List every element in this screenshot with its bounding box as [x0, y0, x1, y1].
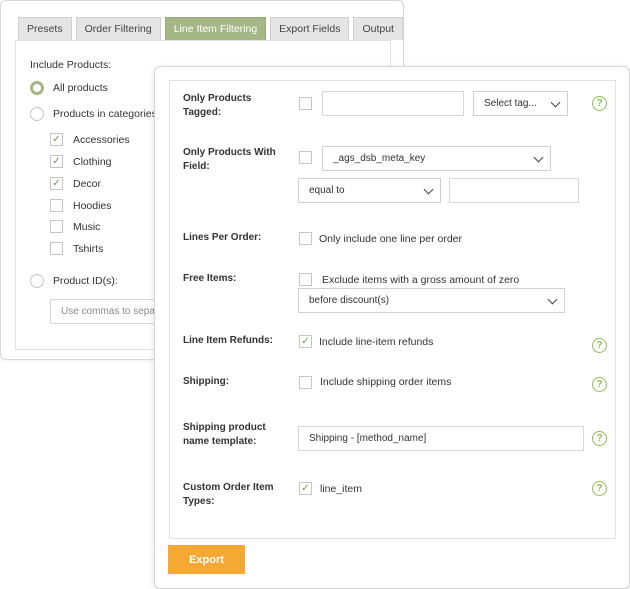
category-decor[interactable]: ✓ Decor [50, 177, 101, 190]
tags-input[interactable] [322, 91, 464, 116]
exclude-zero-text: Exclude items with a gross amount of zer… [322, 274, 520, 286]
discount-value: before discount(s) [309, 295, 390, 306]
tab-order-filtering[interactable]: Order Filtering [75, 17, 161, 40]
category-label: Clothing [73, 155, 112, 168]
with-field-label: Only Products With Field: [183, 147, 276, 172]
only-tagged-checkbox[interactable] [299, 97, 312, 110]
checkbox[interactable]: ✓ [50, 177, 63, 190]
help-icon[interactable]: ? [592, 338, 607, 353]
check-icon: ✓ [52, 133, 61, 145]
category-label: Accessories [73, 133, 130, 146]
category-tshirts[interactable]: Tshirts [50, 242, 103, 255]
category-music[interactable]: Music [50, 220, 100, 233]
tag-select-value: Select tag... [484, 98, 537, 109]
settings-tabs: Presets Order Filtering Line Item Filter… [18, 17, 403, 40]
help-icon[interactable]: ? [592, 481, 607, 496]
refunds-checkbox[interactable]: ✓ [299, 335, 312, 348]
checkbox[interactable] [50, 199, 63, 212]
operator-select[interactable]: equal to [298, 178, 441, 203]
include-products-title: Include Products: [30, 59, 112, 71]
meta-key-select[interactable]: _ags_dsb_meta_key [322, 146, 551, 171]
category-label: Decor [73, 177, 102, 190]
checkbox[interactable] [50, 220, 63, 233]
only-tagged-label: Only Products Tagged: [183, 93, 252, 118]
line-item-filtering-panel: Only Products Tagged: Select tag... ? On… [154, 66, 630, 589]
radio-products-in-categories[interactable]: Products in categories [30, 107, 157, 121]
check-icon: ✓ [52, 155, 61, 167]
radio-label: All products [53, 82, 108, 94]
radio-button[interactable] [30, 107, 44, 121]
checkbox[interactable] [50, 242, 63, 255]
tag-select[interactable]: Select tag... [473, 91, 568, 116]
line-item-type-checkbox[interactable]: ✓ [299, 482, 312, 495]
tab-line-item-filtering[interactable]: Line Item Filtering [164, 17, 267, 40]
discount-select[interactable]: before discount(s) [298, 288, 565, 313]
custom-types-label: Custom Order Item Types: [183, 482, 274, 507]
tab-export-fields[interactable]: Export Fields [270, 17, 350, 40]
refunds-text: Include line-item refunds [319, 336, 434, 348]
field-value-input[interactable] [449, 178, 579, 203]
one-line-per-order-text: Only include one line per order [319, 233, 463, 245]
category-label: Music [73, 220, 101, 233]
shipping-text: Include shipping order items [320, 376, 452, 388]
one-line-per-order-checkbox[interactable] [299, 232, 312, 245]
shipping-label: Shipping: [183, 376, 230, 387]
exclude-zero-checkbox[interactable] [299, 273, 312, 286]
shipping-checkbox[interactable] [299, 376, 312, 389]
line-item-filter-fields: Only Products Tagged: Select tag... ? On… [169, 80, 616, 539]
category-accessories[interactable]: ✓ Accessories [50, 133, 130, 146]
radio-label: Products in categories [53, 108, 157, 120]
operator-value: equal to [309, 185, 345, 196]
chevron-down-icon [547, 294, 558, 305]
free-items-label: Free Items: [183, 273, 237, 284]
help-icon[interactable]: ? [592, 431, 607, 446]
category-hoodies[interactable]: Hoodies [50, 199, 112, 212]
checkbox[interactable]: ✓ [50, 133, 63, 146]
category-label: Tshirts [73, 242, 104, 255]
chevron-down-icon [533, 152, 544, 163]
category-label: Hoodies [73, 199, 112, 212]
check-icon: ✓ [301, 335, 310, 347]
radio-label: Product ID(s): [53, 275, 118, 287]
lines-per-order-label: Lines Per Order: [183, 232, 262, 243]
check-icon: ✓ [301, 482, 310, 494]
tab-output[interactable]: Output [353, 17, 403, 40]
checkbox[interactable]: ✓ [50, 155, 63, 168]
radio-button[interactable] [30, 81, 44, 95]
shipping-template-label: Shipping product name template: [183, 422, 266, 447]
category-clothing[interactable]: ✓ Clothing [50, 155, 112, 168]
radio-all-products[interactable]: All products [30, 81, 108, 95]
help-icon[interactable]: ? [592, 96, 607, 111]
line-item-type-text: line_item [320, 483, 363, 495]
chevron-down-icon [423, 184, 434, 195]
radio-button[interactable] [30, 274, 44, 288]
chevron-down-icon [550, 97, 561, 108]
tab-presets[interactable]: Presets [18, 17, 72, 40]
radio-product-ids[interactable]: Product ID(s): [30, 274, 118, 288]
export-button[interactable]: Export [168, 545, 245, 574]
shipping-template-input[interactable]: Shipping - [method_name] [298, 426, 584, 451]
check-icon: ✓ [52, 177, 61, 189]
help-icon[interactable]: ? [592, 377, 607, 392]
with-field-checkbox[interactable] [299, 151, 312, 164]
refunds-label: Line Item Refunds: [183, 335, 274, 346]
meta-key-value: _ags_dsb_meta_key [333, 153, 426, 164]
